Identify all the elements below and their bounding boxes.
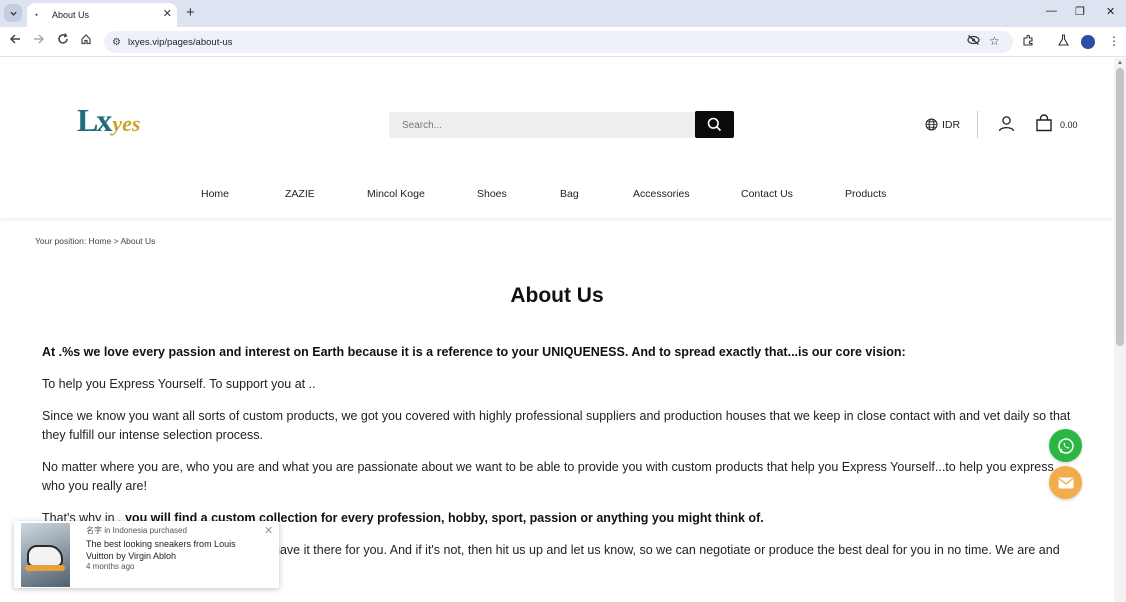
whatsapp-icon [1057,437,1074,454]
back-icon[interactable] [9,33,21,48]
cart-total: 0.00 [1060,120,1078,130]
lab-flask-icon[interactable] [1058,34,1069,49]
mail-icon [1058,477,1073,488]
nav-item-bag[interactable]: Bag [560,188,579,200]
nav-item-shoes[interactable]: Shoes [477,188,507,200]
forward-icon[interactable] [33,33,45,48]
nav-item-zazie[interactable]: ZAZIE [285,188,315,200]
restore-icon[interactable]: ❐ [1075,5,1085,18]
site-header: Lx yes IDR 0.00 Home ZAZIE Mincol Koge S… [0,58,1114,218]
popup-buyer: 名字 in Indonesia purchased [86,526,187,535]
sneaker-sole-shape [25,565,65,571]
header-divider [977,111,978,138]
page-favicon-icon: ⬩ [35,10,38,19]
nav-item-mincol-koge[interactable]: Mincol Koge [367,188,425,200]
extensions-icon[interactable] [1022,34,1034,49]
currency-selector[interactable]: IDR [925,118,960,131]
search-icon [707,117,722,132]
browser-menu-icon[interactable]: ⋮ [1108,34,1120,48]
main-nav: Home ZAZIE Mincol Koge Shoes Bag Accesso… [0,188,1114,204]
bookmark-star-icon[interactable]: ☆ [989,34,1000,48]
browser-tab-title: About Us [52,10,90,20]
address-url: lxyes.vip/pages/about-us [127,36,233,48]
popup-close-icon[interactable]: ✕ [264,524,273,537]
breadcrumb: Your position: Home > About Us [35,236,156,246]
nav-item-products[interactable]: Products [845,188,886,200]
product-thumbnail[interactable] [21,523,70,587]
minimize-icon[interactable]: — [1046,5,1057,17]
scrollbar-thumb[interactable] [1116,68,1124,346]
browser-tabstrip: ⬩ About Us ✕ + — ❐ ✕ [0,0,1126,27]
about-paragraph-vision: At .%s we love every passion and interes… [42,345,906,359]
popup-product-name[interactable]: The best looking sneakers from Louis Vui… [86,538,256,562]
address-bar[interactable]: ⚙ lxyes.vip/pages/about-us [104,31,1013,53]
account-icon[interactable] [998,115,1015,137]
page-scrollbar[interactable]: ▲ [1114,58,1126,602]
page-viewport: Lx yes IDR 0.00 Home ZAZIE Mincol Koge S… [0,58,1114,602]
site-info-icon[interactable]: ⚙ [112,37,121,48]
about-paragraph-mission: To help you Express Yourself. To support… [42,377,316,391]
nav-item-contact-us[interactable]: Contact Us [741,188,793,200]
nav-item-accessories[interactable]: Accessories [633,188,690,200]
about-paragraph-suppliers: Since we know you want all sorts of cust… [42,409,1071,442]
eye-off-icon[interactable] [967,34,980,49]
recent-purchase-popup[interactable]: ✕ 名字 in Indonesia purchased The best loo… [14,521,279,588]
logo-main-text: Lx [77,102,112,138]
tab-search-button[interactable] [4,4,22,22]
cart-icon[interactable] [1035,114,1053,137]
search-button[interactable] [695,111,734,138]
site-logo[interactable]: Lx yes [77,102,140,139]
email-button[interactable] [1049,466,1082,499]
popup-time-ago: 4 months ago [86,562,135,571]
window-close-icon[interactable]: ✕ [1106,5,1115,18]
new-tab-button[interactable]: + [186,4,195,21]
search-input[interactable] [389,112,695,138]
scroll-up-icon[interactable]: ▲ [1117,60,1123,66]
about-paragraph-express: No matter where you are, who you are and… [42,460,1054,493]
whatsapp-button[interactable] [1049,429,1082,462]
sneaker-image-icon [27,545,63,567]
tab-close-icon[interactable]: ✕ [163,7,172,20]
reload-icon[interactable] [57,33,69,48]
browser-toolbar: ⚙ lxyes.vip/pages/about-us ☆ ⋮ [0,27,1126,57]
browser-tab-active[interactable]: ⬩ About Us ✕ [27,3,177,27]
home-icon[interactable] [80,33,92,48]
profile-avatar[interactable] [1081,35,1095,49]
logo-accent-text: yes [112,111,141,136]
page-title: About Us [510,284,604,307]
globe-icon [925,118,938,131]
nav-item-home[interactable]: Home [201,188,229,200]
currency-label: IDR [942,118,961,131]
